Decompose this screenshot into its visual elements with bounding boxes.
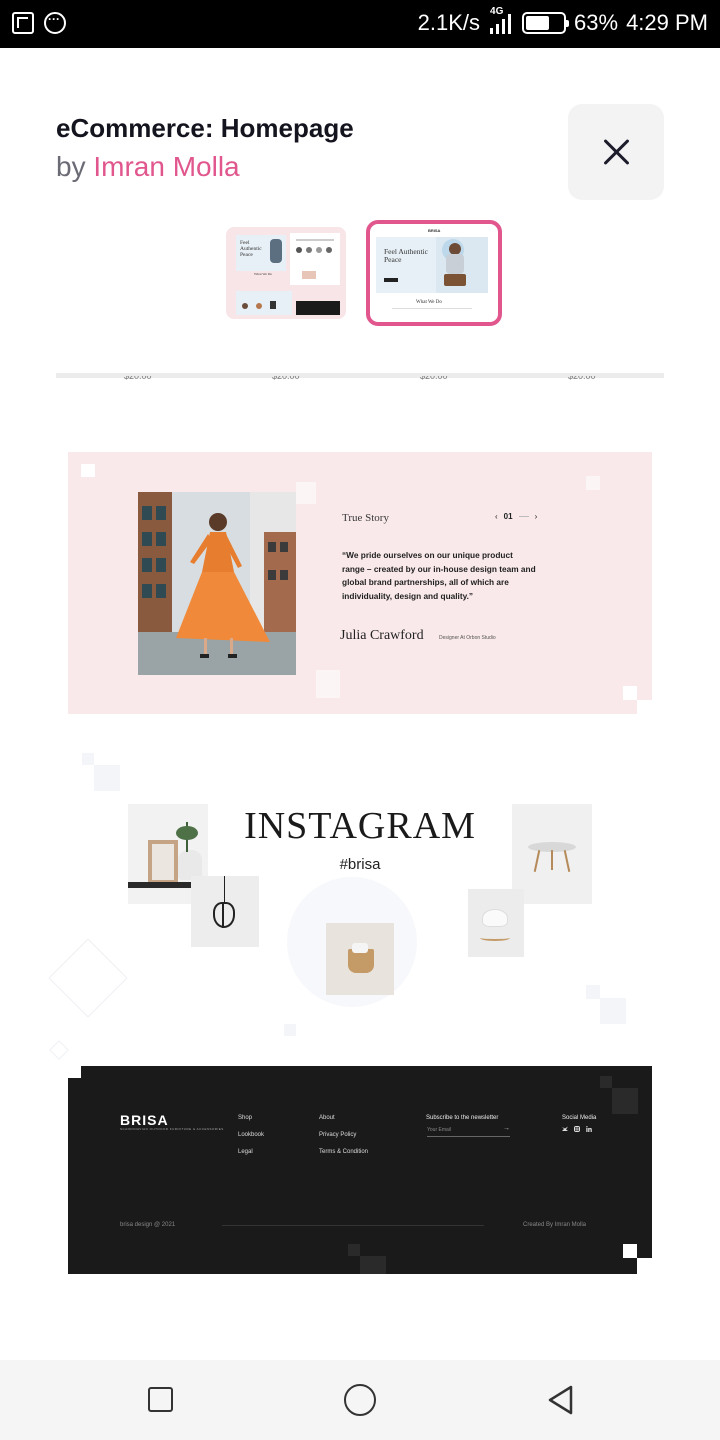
submit-arrow-icon[interactable]: → <box>503 1125 510 1132</box>
back-icon[interactable] <box>545 1384 577 1416</box>
footer-link-terms[interactable]: Terms & Condition <box>319 1144 368 1161</box>
signal-icon: 4G <box>488 6 514 34</box>
newsletter-email-field[interactable]: Your Email → <box>427 1125 510 1137</box>
twitter-icon[interactable] <box>562 1126 568 1132</box>
author-link[interactable]: Imran Molla <box>93 151 239 182</box>
pager-line <box>518 516 529 517</box>
footer-link-legal[interactable]: Legal <box>238 1144 264 1161</box>
footer-copyright: brisa design @ 2021 <box>120 1222 176 1228</box>
instagram-post-chair[interactable] <box>468 889 524 957</box>
network-speed: 2.1K/s <box>417 10 481 35</box>
instagram-post-basket[interactable] <box>326 923 394 995</box>
instagram-icon[interactable] <box>574 1126 580 1132</box>
social-heading: Social Media <box>562 1115 597 1121</box>
footer-logo[interactable]: BRISA <box>120 1112 169 1128</box>
newsletter-heading: Subscribe to the newsletter <box>426 1115 499 1121</box>
testimonial-quote: “We pride ourselves on our unique produc… <box>342 550 536 601</box>
thumb2-brand: BRISA <box>428 228 441 233</box>
thumbnail-full-page[interactable]: Feel Authentic Peace What We Do <box>226 227 346 319</box>
footer-credit: Created By Imran Molla <box>523 1222 587 1228</box>
network-type: 4G <box>490 6 504 17</box>
thumbnail-hero[interactable]: BRISA Feel Authentic Peace What We Do <box>366 220 502 326</box>
instagram-post-lamp[interactable] <box>191 876 259 947</box>
byline: by Imran Molla <box>56 151 240 183</box>
testimonial-title: True Story <box>342 512 389 524</box>
system-nav-bar <box>0 1360 720 1440</box>
battery-percent: 63% <box>574 10 619 35</box>
prev-arrow-icon[interactable]: ‹ <box>495 512 498 521</box>
recents-icon[interactable] <box>148 1387 173 1412</box>
testimonial-photo <box>138 492 296 675</box>
byline-prefix: by <box>56 151 86 182</box>
instagram-post-table[interactable] <box>512 804 592 904</box>
newsletter-email-placeholder: Your Email <box>427 1127 451 1133</box>
footer-link-lookbook[interactable]: Lookbook <box>238 1127 264 1144</box>
thumb2-section-heading: What We Do <box>416 300 442 305</box>
battery-icon <box>522 12 570 34</box>
testimonial-role: Designer At Orbon Studio <box>439 635 496 641</box>
testimonial-pager: ‹ 01 › <box>495 512 537 521</box>
footer-col-2: About Privacy Policy Terms & Condition <box>319 1110 368 1161</box>
instagram-hashtag[interactable]: #brisa <box>0 856 720 873</box>
testimonial-index: 01 <box>503 512 513 521</box>
linkedin-icon[interactable] <box>586 1126 592 1132</box>
page-title: eCommerce: Homepage <box>56 113 354 143</box>
footer-link-shop[interactable]: Shop <box>238 1110 264 1127</box>
screenshot-icon <box>12 12 34 34</box>
price-row-cut: $20.00 $20.00 $20.00 $20.00 <box>124 376 596 381</box>
clock: 4:29 PM <box>626 10 708 35</box>
instagram-title: INSTAGRAM <box>244 805 476 847</box>
home-icon[interactable] <box>344 1384 376 1416</box>
footer-col-1: Shop Lookbook Legal <box>238 1110 264 1161</box>
footer-logo-tagline: SCANDINAVIAN OUTDOOR FURNITURE & ACCESSO… <box>120 1127 224 1131</box>
social-icons <box>562 1126 592 1132</box>
testimonial-name: Julia Crawford <box>340 628 424 643</box>
next-arrow-icon[interactable]: › <box>535 512 538 521</box>
close-icon <box>602 138 630 166</box>
thumb2-hero-text: Feel Authentic Peace <box>384 247 428 264</box>
close-button[interactable] <box>568 104 664 200</box>
footer-divider <box>222 1225 484 1226</box>
thumb1-section-heading: What We Do <box>254 272 273 276</box>
thumb1-hero-text: Feel Authentic Peace <box>240 240 262 258</box>
footer-link-privacy[interactable]: Privacy Policy <box>319 1127 368 1144</box>
footer: BRISA SCANDINAVIAN OUTDOOR FURNITURE & A… <box>68 1066 652 1274</box>
testimonial-section: True Story ‹ 01 › “We pride ourselves on… <box>68 452 652 714</box>
status-bar: 2.1K/s 4G 63% 4:29 PM <box>0 0 720 48</box>
more-icon <box>44 12 66 34</box>
footer-link-about[interactable]: About <box>319 1110 368 1127</box>
